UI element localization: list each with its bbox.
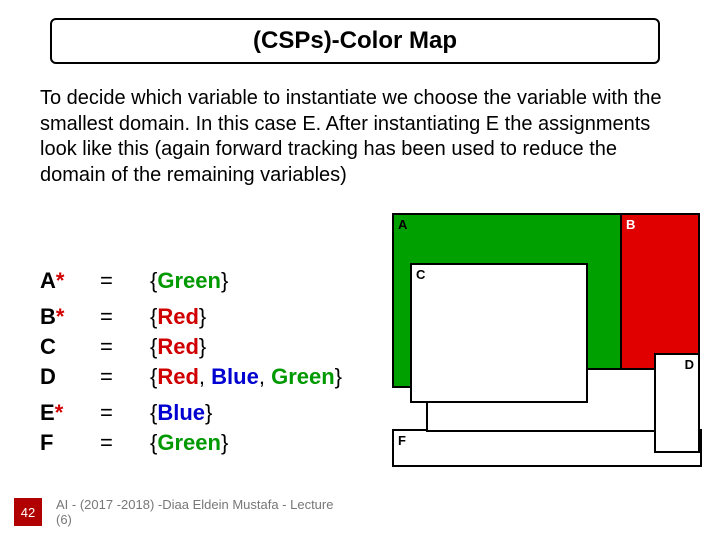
paragraph-text: To decide which variable to instantiate … xyxy=(40,87,661,186)
var-B: B* xyxy=(40,304,100,330)
domain-B: {Red} xyxy=(150,304,206,330)
eq: = xyxy=(100,430,150,456)
table-row: B* = {Red} xyxy=(40,304,342,334)
var-D: D xyxy=(40,364,100,390)
assignments-table: A* = {Green} B* = {Red} C = {Red} D = {R… xyxy=(40,268,342,460)
var-A: A* xyxy=(40,268,100,294)
slide-number: 42 xyxy=(14,498,42,526)
eq: = xyxy=(100,334,150,360)
eq: = xyxy=(100,400,150,426)
domain-E: {Blue} xyxy=(150,400,212,426)
var-F: F xyxy=(40,430,100,456)
var-E: E* xyxy=(40,400,100,426)
table-row: D = {Red, Blue, Green} xyxy=(40,364,342,394)
table-row: C = {Red} xyxy=(40,334,342,364)
table-row: A* = {Green} xyxy=(40,268,342,298)
table-row: E* = {Blue} xyxy=(40,400,342,430)
domain-D: {Red, Blue, Green} xyxy=(150,364,342,390)
region-D: D xyxy=(654,353,700,453)
color-map-diagram: F A B E D C xyxy=(392,213,702,468)
eq: = xyxy=(100,304,150,330)
slide-footer: 42 AI - (2017 -2018) -Diaa Eldein Mustaf… xyxy=(14,497,336,528)
domain-F: {Green} xyxy=(150,430,228,456)
slide-title: (CSPs)-Color Map xyxy=(50,18,660,64)
eq: = xyxy=(100,268,150,294)
eq: = xyxy=(100,364,150,390)
title-text: (CSPs)-Color Map xyxy=(253,27,457,55)
region-C: C xyxy=(410,263,588,403)
body-paragraph: To decide which variable to instantiate … xyxy=(40,86,680,188)
domain-C: {Red} xyxy=(150,334,206,360)
var-C: C xyxy=(40,334,100,360)
footer-text: AI - (2017 -2018) -Diaa Eldein Mustafa -… xyxy=(56,497,336,528)
domain-A: {Green} xyxy=(150,268,228,294)
table-row: F = {Green} xyxy=(40,430,342,460)
